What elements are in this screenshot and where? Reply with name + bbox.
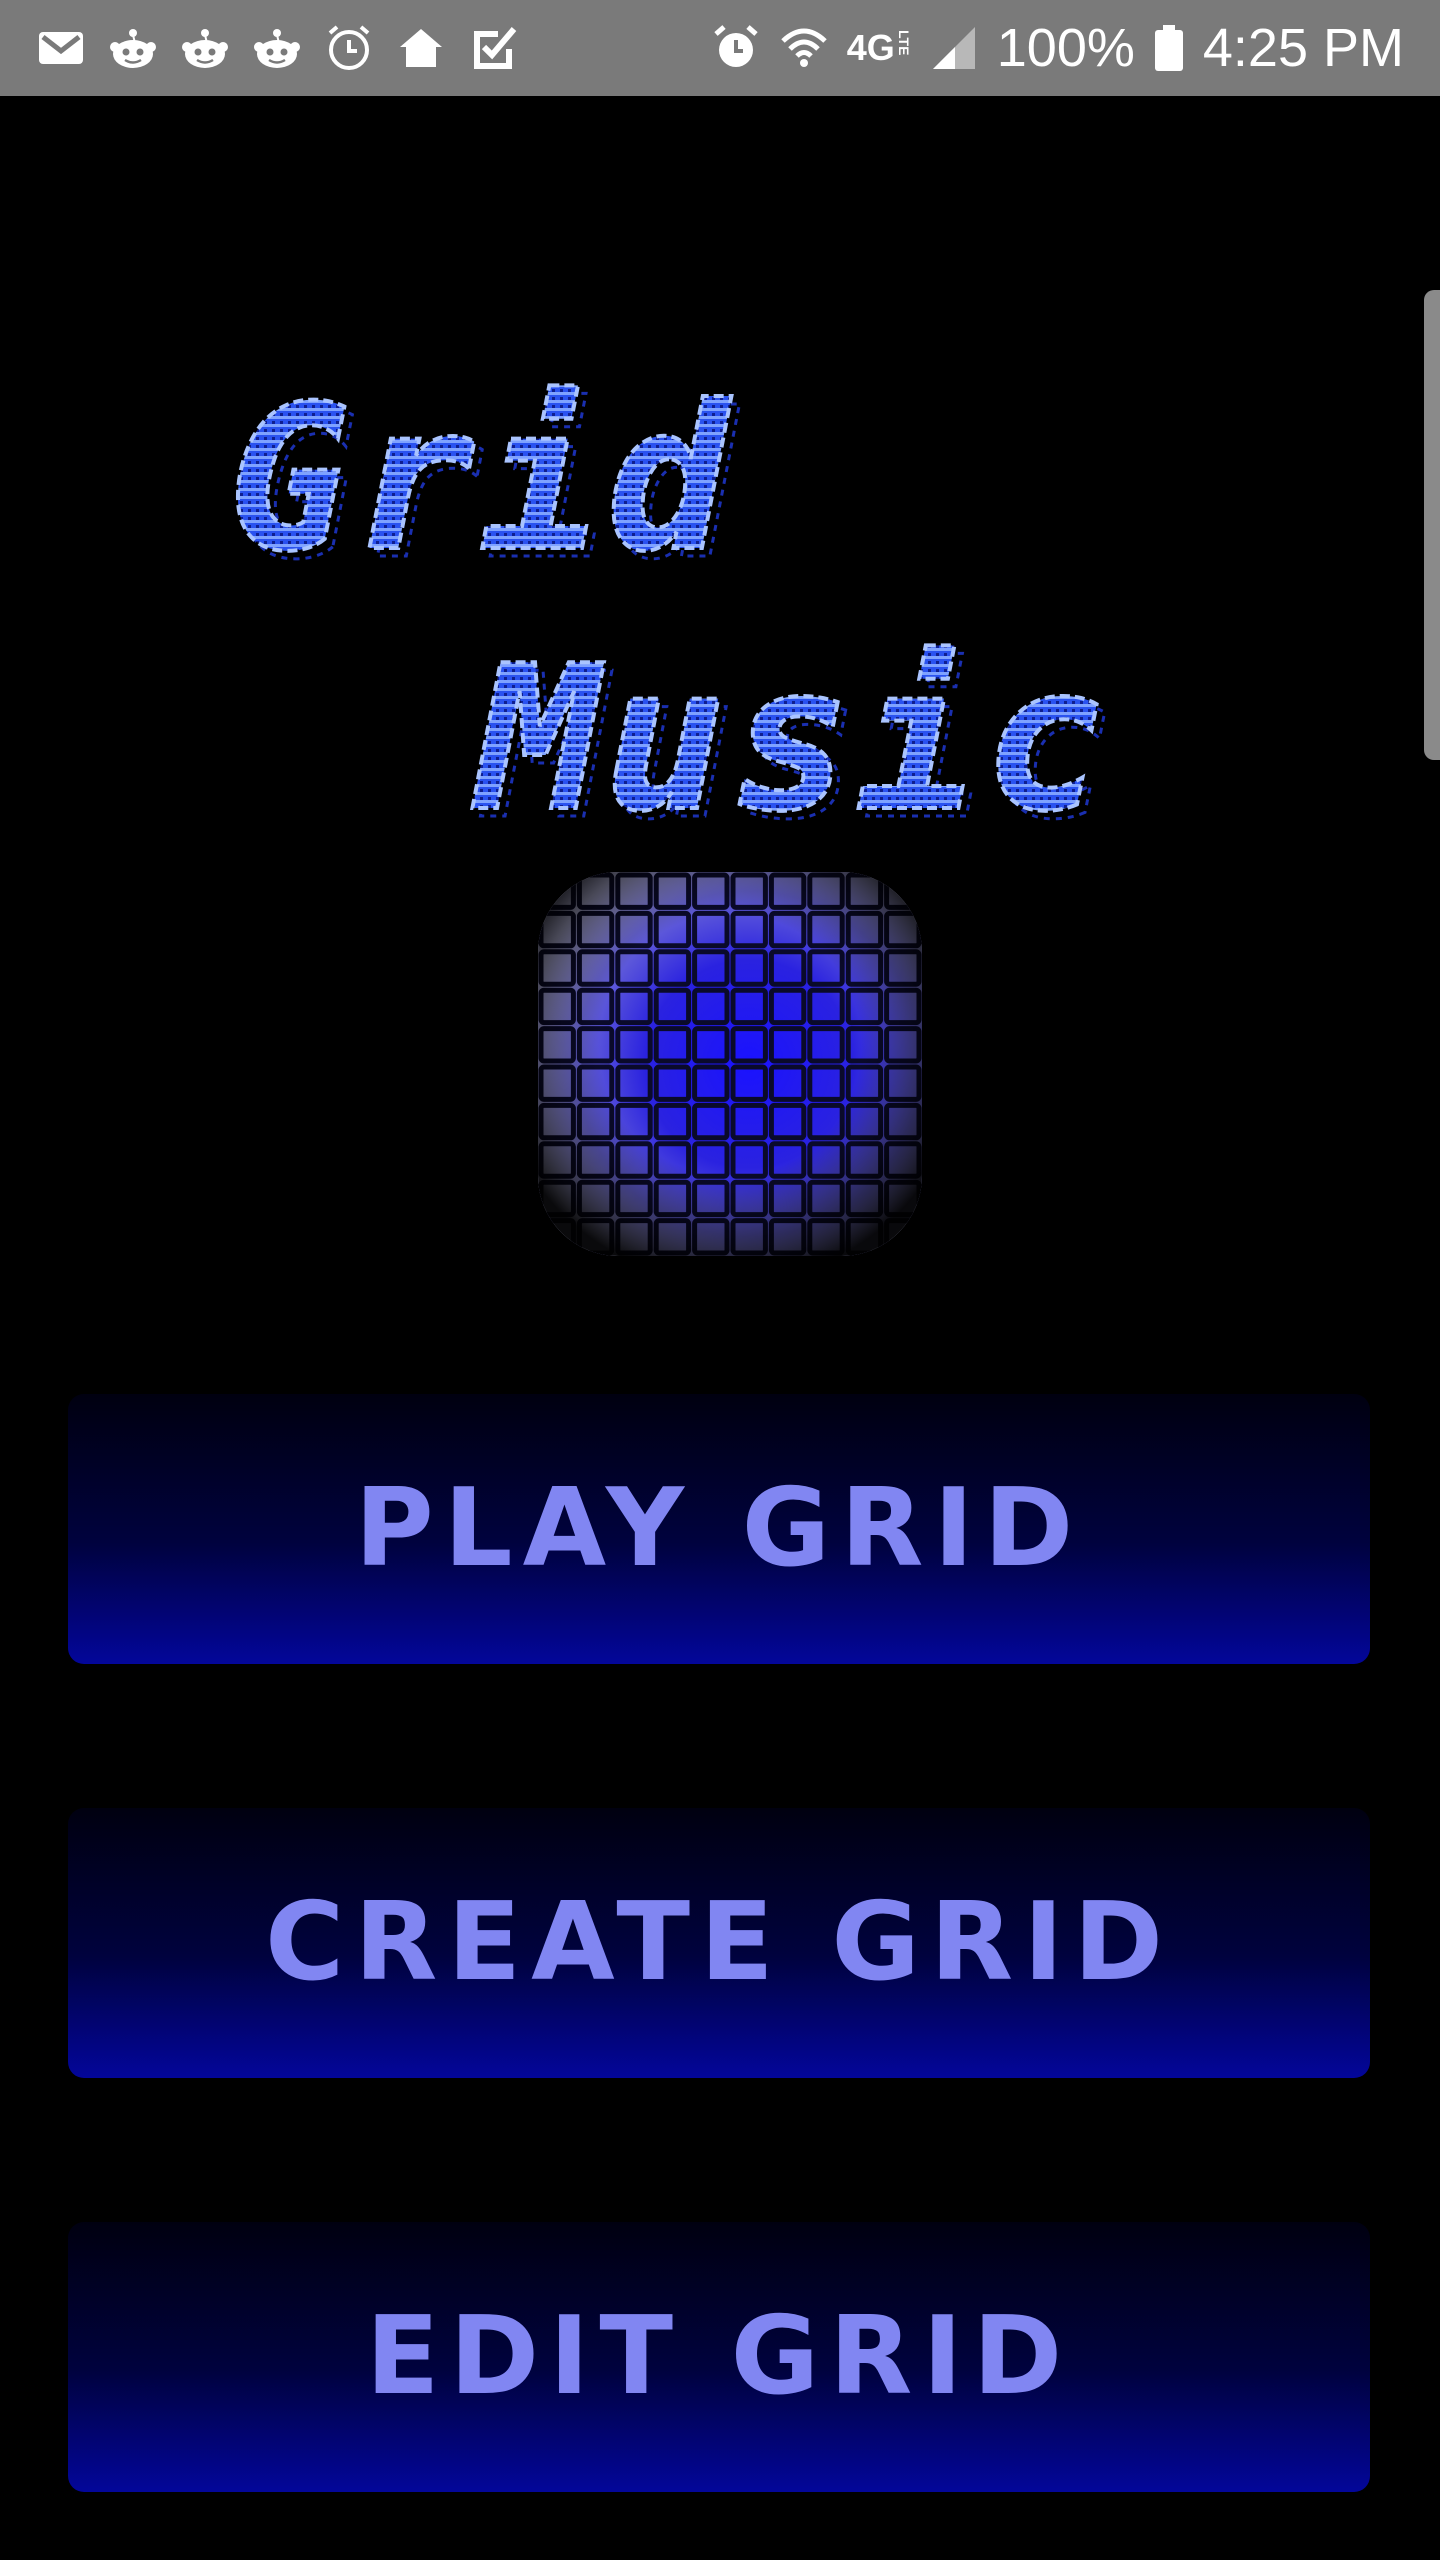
play-grid-label: PLAY GRID — [354, 1466, 1084, 1591]
edit-grid-label: EDIT GRID — [365, 2294, 1073, 2419]
title-line1: Grid — [228, 363, 734, 596]
app-title: Grid Grid Music Music — [0, 0, 1440, 900]
screen: 4G LTE 100% 4:25 PM Grid Grid Music Musi… — [0, 0, 1440, 2560]
title-line2: Music — [472, 623, 1110, 856]
grid-logo-icon — [538, 872, 922, 1256]
play-grid-button[interactable]: PLAY GRID — [68, 1394, 1370, 1664]
create-grid-label: CREATE GRID — [264, 1880, 1174, 2005]
create-grid-button[interactable]: CREATE GRID — [68, 1808, 1370, 2078]
edit-grid-button[interactable]: EDIT GRID — [68, 2222, 1370, 2492]
